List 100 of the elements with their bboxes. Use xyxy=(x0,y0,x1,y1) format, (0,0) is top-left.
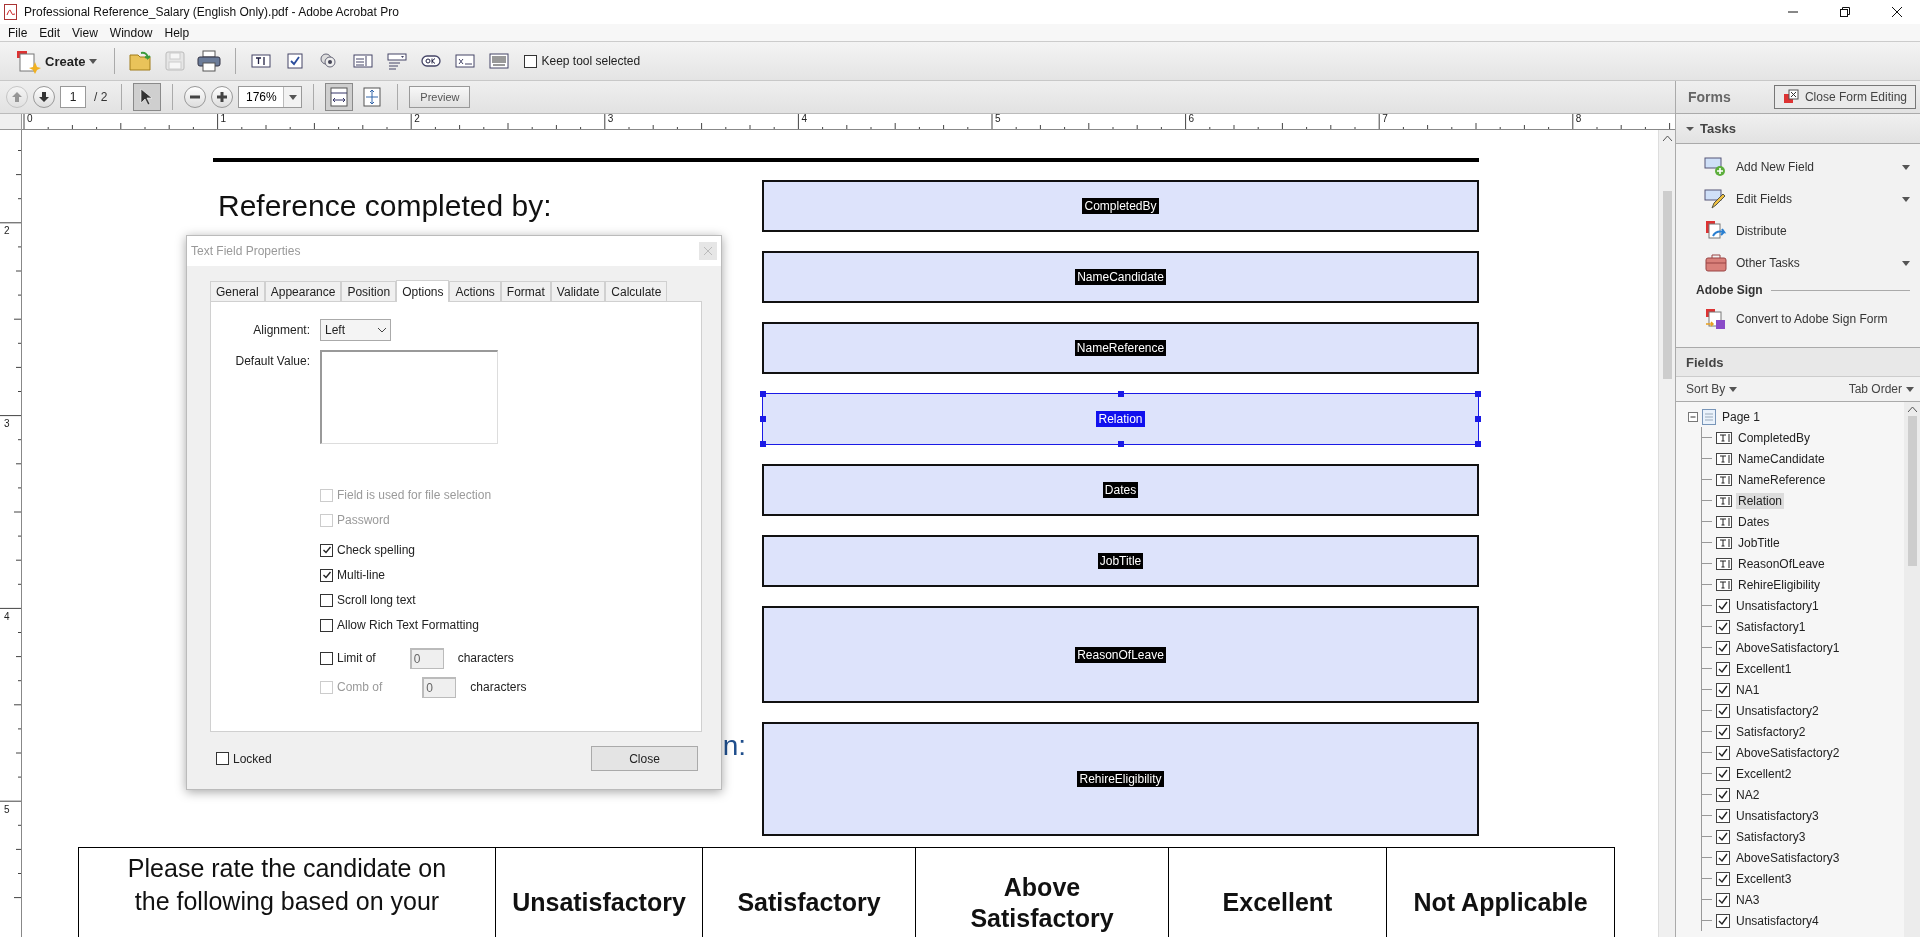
tab[interactable]: Position xyxy=(341,281,397,301)
tree-item[interactable]: AboveSatisfactory3 xyxy=(1734,849,1842,866)
task-item[interactable]: Edit Fields xyxy=(1676,183,1920,215)
zoom-dropdown-button[interactable] xyxy=(283,87,302,107)
checkbox[interactable] xyxy=(216,752,229,765)
collapse-icon[interactable] xyxy=(1688,411,1698,422)
checkbox-label: Limit of xyxy=(337,651,376,665)
create-button[interactable]: Create xyxy=(8,47,105,75)
checkbox-icon xyxy=(1716,598,1730,613)
zoom-in-button[interactable] xyxy=(211,86,234,108)
tree-item[interactable]: CompletedBy xyxy=(1736,429,1813,446)
resize-handle[interactable] xyxy=(1117,441,1124,447)
checkbox[interactable] xyxy=(320,543,333,557)
tab-order-button[interactable]: Tab Order xyxy=(1848,382,1914,396)
menu-item[interactable]: Window xyxy=(103,25,159,40)
resize-handle[interactable] xyxy=(760,391,766,397)
alignment-select[interactable]: Left xyxy=(320,319,391,341)
zoom-field[interactable]: 176% xyxy=(238,86,303,108)
fit-width-button[interactable] xyxy=(325,83,354,111)
resize-handle[interactable] xyxy=(1475,391,1481,397)
form-field[interactable]: RehireEligibility xyxy=(762,722,1479,836)
form-field[interactable]: NameCandidate xyxy=(762,251,1479,303)
scrollbar[interactable] xyxy=(1904,402,1920,937)
ruler-number: 3 xyxy=(605,114,614,124)
tab[interactable]: Format xyxy=(500,281,551,301)
resize-handle[interactable] xyxy=(1475,416,1481,422)
tree-item[interactable]: Dates xyxy=(1736,513,1772,530)
checkbox[interactable] xyxy=(320,593,333,607)
task-item[interactable]: Distribute xyxy=(1676,215,1920,247)
tasks-header[interactable]: Tasks xyxy=(1676,114,1920,144)
tab[interactable]: Options xyxy=(396,280,450,302)
page-icon xyxy=(1702,408,1716,425)
form-field[interactable]: JobTitle xyxy=(762,535,1479,587)
scroll-up-icon[interactable] xyxy=(1907,406,1917,412)
tree-item[interactable]: Page 1 xyxy=(1720,408,1763,425)
tree-item[interactable]: Satisfactory1 xyxy=(1734,618,1808,635)
menu-item[interactable]: View xyxy=(66,25,104,40)
checkbox[interactable] xyxy=(320,568,333,582)
tree-item[interactable]: Unsatisfactory4 xyxy=(1734,912,1821,929)
preview-button[interactable]: Preview xyxy=(409,86,471,108)
sort-by-button[interactable]: Sort By xyxy=(1686,382,1738,396)
tree-item[interactable]: Excellent1 xyxy=(1734,660,1794,677)
close-button[interactable]: Close xyxy=(591,746,698,771)
tree-item[interactable]: ReasonOfLeave xyxy=(1736,555,1827,572)
menu-item[interactable]: Edit xyxy=(33,25,67,40)
scroll-thumb[interactable] xyxy=(1907,416,1917,566)
tree-item[interactable]: JobTitle xyxy=(1736,534,1782,551)
form-field[interactable]: CompletedBy xyxy=(762,180,1479,232)
ruler-number: 8 xyxy=(1573,114,1582,124)
form-field[interactable]: ReasonOfLeave xyxy=(762,606,1479,703)
tab[interactable]: Calculate xyxy=(605,281,668,301)
tree-item[interactable]: AboveSatisfactory1 xyxy=(1734,639,1842,656)
form-field[interactable]: Dates xyxy=(762,464,1479,516)
tab[interactable]: Validate xyxy=(550,281,606,301)
scrollbar[interactable] xyxy=(1658,130,1675,937)
checkbox[interactable] xyxy=(524,54,538,68)
page-number-field[interactable]: 1 xyxy=(60,86,86,108)
scroll-thumb[interactable] xyxy=(1662,191,1672,379)
resize-handle[interactable] xyxy=(760,441,766,447)
resize-handle[interactable] xyxy=(1117,391,1124,397)
tree-item[interactable]: Satisfactory3 xyxy=(1734,828,1808,845)
close-form-editing-button[interactable]: Close Form Editing xyxy=(1773,85,1916,109)
tree-item[interactable]: NameReference xyxy=(1736,471,1828,488)
scroll-up-icon[interactable] xyxy=(1662,135,1672,141)
resize-handle[interactable] xyxy=(760,416,766,422)
checkbox[interactable] xyxy=(320,651,333,665)
section-label: n: xyxy=(722,730,746,762)
menu-item[interactable]: Help xyxy=(158,25,196,40)
tree-item[interactable]: NA3 xyxy=(1734,891,1762,908)
form-field[interactable]: Relation xyxy=(762,393,1479,445)
task-item[interactable]: Add New Field xyxy=(1676,151,1920,183)
dialog-close-button[interactable] xyxy=(699,242,717,260)
previous-page-button[interactable] xyxy=(6,86,28,108)
form-field[interactable]: NameReference xyxy=(762,322,1479,374)
count-field[interactable]: 0 xyxy=(409,647,444,669)
tab[interactable]: Actions xyxy=(449,281,501,301)
zoom-value[interactable]: 176% xyxy=(239,87,284,107)
tree-item[interactable]: Unsatisfactory1 xyxy=(1734,597,1821,614)
next-page-button[interactable] xyxy=(33,86,55,108)
menu-item[interactable]: File xyxy=(2,25,34,40)
tree-item[interactable]: AboveSatisfactory2 xyxy=(1734,744,1842,761)
tree-item[interactable]: NA1 xyxy=(1734,681,1762,698)
tree-item[interactable]: Excellent2 xyxy=(1734,765,1794,782)
checkbox[interactable] xyxy=(320,618,333,632)
tree-item[interactable]: Unsatisfactory3 xyxy=(1734,807,1821,824)
tree-item[interactable]: RehireEligibility xyxy=(1736,576,1823,593)
zoom-out-button[interactable] xyxy=(184,86,207,108)
tree-item[interactable]: Relation xyxy=(1736,492,1785,509)
tab[interactable]: General xyxy=(210,281,265,301)
default-value-field[interactable] xyxy=(320,350,498,444)
resize-handle[interactable] xyxy=(1475,441,1481,447)
task-item[interactable]: Other Tasks xyxy=(1676,247,1920,279)
tree-item[interactable]: Satisfactory2 xyxy=(1734,723,1808,740)
tab[interactable]: Appearance xyxy=(264,281,342,301)
tree-item[interactable]: NameCandidate xyxy=(1736,450,1827,467)
tree-item[interactable]: Unsatisfactory2 xyxy=(1734,702,1821,719)
tree-item[interactable]: NA2 xyxy=(1734,786,1762,803)
task-item[interactable]: Convert to Adobe Sign Form xyxy=(1676,303,1920,335)
select-tool-button[interactable] xyxy=(133,83,162,111)
tree-item[interactable]: Excellent3 xyxy=(1734,870,1794,887)
